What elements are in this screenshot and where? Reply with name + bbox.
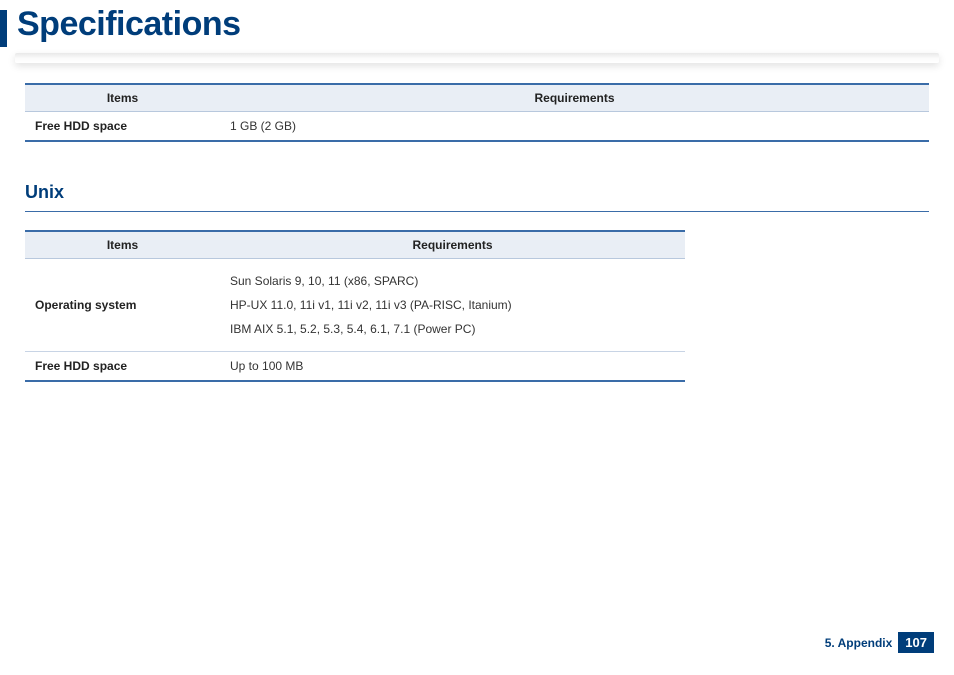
column-header-items: Items (25, 231, 220, 259)
table-row: Operating system Sun Solaris 9, 10, 11 (… (25, 259, 685, 352)
page-content: Items Requirements Free HDD space 1 GB (… (0, 63, 954, 382)
requirement-line: IBM AIX 5.1, 5.2, 5.3, 5.4, 6.1, 7.1 (Po… (230, 317, 675, 341)
item-cell: Free HDD space (25, 112, 220, 142)
page-title: Specifications (17, 5, 241, 44)
table-header-row: Items Requirements (25, 231, 685, 259)
requirement-cell: Up to 100 MB (220, 352, 685, 382)
page-header: Specifications (0, 0, 954, 63)
section-heading-unix: Unix (25, 182, 929, 203)
requirement-line: HP-UX 11.0, 11i v1, 11i v2, 11i v3 (PA-R… (230, 293, 675, 317)
section-divider (25, 211, 929, 212)
page-number: 107 (898, 632, 934, 653)
page-footer: 5. Appendix 107 (825, 632, 934, 653)
table-row: Free HDD space Up to 100 MB (25, 352, 685, 382)
specifications-table-1: Items Requirements Free HDD space 1 GB (… (25, 83, 929, 142)
footer-section-label: 5. Appendix (825, 636, 893, 650)
column-header-requirements: Requirements (220, 84, 929, 112)
item-cell: Operating system (25, 259, 220, 352)
column-header-requirements: Requirements (220, 231, 685, 259)
table-header-row: Items Requirements (25, 84, 929, 112)
table-row: Free HDD space 1 GB (2 GB) (25, 112, 929, 142)
header-accent-bar (0, 10, 7, 47)
column-header-items: Items (25, 84, 220, 112)
requirement-cell: Sun Solaris 9, 10, 11 (x86, SPARC) HP-UX… (220, 259, 685, 352)
requirement-cell: 1 GB (2 GB) (220, 112, 929, 142)
specifications-table-unix: Items Requirements Operating system Sun … (25, 230, 685, 382)
header-divider (15, 53, 939, 63)
requirement-line: Sun Solaris 9, 10, 11 (x86, SPARC) (230, 269, 675, 293)
item-cell: Free HDD space (25, 352, 220, 382)
